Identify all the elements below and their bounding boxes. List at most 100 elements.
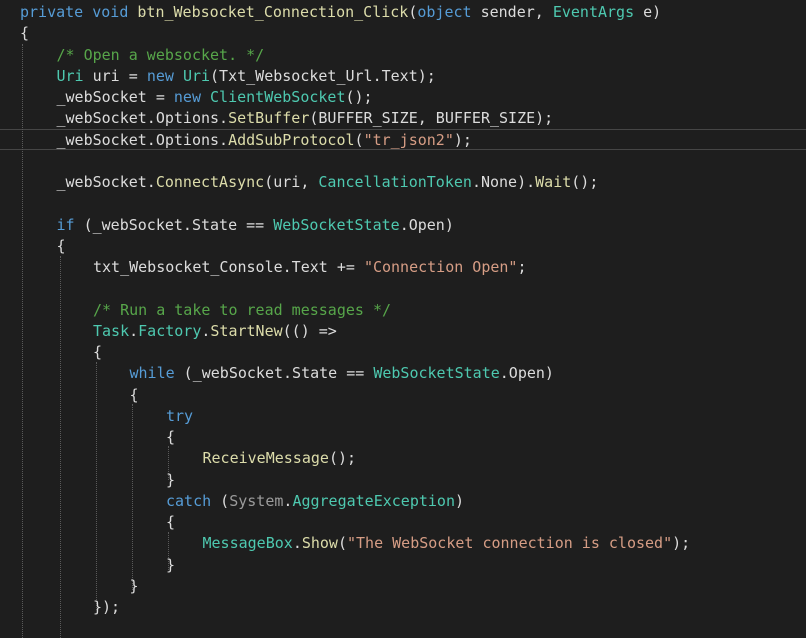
code-token: SetBuffer (228, 109, 310, 128)
code-line[interactable]: MessageBox.Show("The WebSocket connectio… (203, 533, 691, 554)
code-line[interactable]: _webSocket.Options.SetBuffer(BUFFER_SIZE… (57, 108, 554, 129)
code-token: } (166, 555, 176, 574)
code-token: ); (672, 534, 691, 553)
code-token: ; (517, 258, 527, 276)
code-editor[interactable]: ··· private void btn_Websocket_Connectio… (0, 0, 806, 638)
code-line[interactable]: } (166, 555, 175, 576)
code-token: if (56, 215, 75, 234)
indent-guide-line (60, 256, 61, 638)
code-token: { (166, 513, 176, 531)
code-token: { (93, 343, 103, 361)
code-token: .Open) (399, 215, 454, 234)
code-token: "The WebSocket connection is closed" (347, 534, 673, 553)
code-token: _webSocket. (56, 173, 156, 191)
code-token: Show (301, 534, 338, 553)
code-token: /* Open a websocket. */ (56, 45, 265, 64)
code-line[interactable]: private void btn_Websocket_Connection_Cl… (20, 2, 661, 23)
code-token: ( (354, 130, 364, 149)
code-line[interactable]: ReceiveMessage(); (203, 448, 357, 469)
code-token: WebSocketState (373, 364, 500, 383)
code-token: StartNew (210, 321, 283, 340)
code-token: private (20, 3, 84, 21)
code-token: }); (93, 598, 121, 616)
code-line[interactable]: { (93, 342, 102, 363)
code-token: "tr_json2" (363, 130, 454, 149)
code-token: ReceiveMessage (202, 449, 329, 468)
code-line[interactable]: } (166, 470, 175, 491)
code-token: ConnectAsync (155, 173, 265, 191)
code-token: (_webSocket.State == (174, 364, 374, 383)
code-token: AddSubProtocol (228, 130, 355, 149)
code-token: (BUFFER_SIZE, BUFFER_SIZE); (309, 109, 554, 128)
code-token: new (173, 88, 201, 106)
code-token: sender, (471, 3, 553, 21)
indent-guide-line (22, 44, 23, 638)
code-token: { (56, 236, 66, 255)
code-token: . (292, 534, 302, 553)
indent-guide-line (132, 404, 133, 590)
code-token: ( (337, 534, 347, 553)
code-token: (_webSocket.State == (74, 215, 274, 234)
code-token: btn_Websocket_Connection_Click (137, 3, 409, 21)
code-line[interactable]: _webSocket = new ClientWebSocket(); (57, 87, 373, 108)
code-token: Task (93, 321, 130, 340)
code-token: new (146, 66, 174, 85)
indent-guide-line (96, 362, 97, 610)
code-token: _webSocket.Options. (56, 109, 229, 128)
code-line[interactable]: Uri uri = new Uri(Txt_Websocket_Url.Text… (57, 66, 436, 87)
code-line[interactable]: txt_Websocket_Console.Text += "Connectio… (93, 257, 527, 278)
code-token: ( (211, 491, 230, 510)
code-line[interactable]: _webSocket.Options.AddSubProtocol("tr_js… (57, 130, 472, 151)
code-line[interactable]: _webSocket.ConnectAsync(uri, Cancellatio… (57, 172, 599, 193)
code-token: /* Run a take to read messages */ (93, 300, 392, 319)
code-token: System (229, 491, 284, 510)
code-line[interactable]: Task.Factory.StartNew(() => (93, 321, 337, 342)
code-token: (); (571, 173, 599, 191)
code-token: ClientWebSocket (210, 88, 346, 106)
code-token: object (417, 3, 472, 21)
code-token: void (92, 3, 129, 21)
code-token: CancellationToken (318, 173, 472, 191)
code-line[interactable]: /* Open a websocket. */ (57, 45, 265, 66)
code-token: Factory (138, 321, 202, 340)
code-line[interactable]: catch (System.AggregateException) (166, 491, 464, 512)
code-line[interactable]: while (_webSocket.State == WebSocketStat… (130, 363, 554, 384)
code-token: _webSocket = (56, 88, 174, 106)
code-line[interactable]: /* Run a take to read messages */ (93, 300, 391, 321)
code-token: } (129, 576, 139, 595)
code-token: e) (634, 3, 662, 21)
code-token: . (129, 321, 139, 340)
code-line[interactable]: { (166, 512, 175, 533)
code-token: .Open) (499, 364, 554, 383)
code-line[interactable]: { (57, 236, 66, 257)
code-token: ) (455, 491, 465, 510)
code-token: WebSocketState (273, 215, 400, 234)
code-line[interactable]: } (130, 576, 139, 597)
code-token: ); (453, 130, 472, 149)
code-line[interactable]: if (_webSocket.State == WebSocketState.O… (57, 215, 454, 236)
code-token: EventArgs (552, 3, 635, 21)
code-token: try (166, 406, 194, 425)
code-token: AggregateException (292, 491, 455, 510)
code-token: (); (345, 88, 373, 106)
code-line[interactable]: try (166, 406, 193, 427)
code-line[interactable]: }); (93, 597, 120, 618)
code-token: (); (328, 449, 357, 468)
code-line[interactable]: { (130, 385, 139, 406)
code-token: (uri, (264, 173, 319, 191)
code-token: _webSocket.Options. (56, 130, 229, 149)
code-token: Uri (56, 66, 84, 85)
code-token: Wait (535, 173, 572, 191)
code-token: (() => (282, 321, 337, 340)
code-line[interactable]: { (166, 427, 175, 448)
code-token: { (129, 385, 139, 404)
code-token: { (166, 428, 176, 446)
code-token: MessageBox (202, 534, 293, 553)
code-token: } (166, 470, 176, 489)
code-token: txt_Websocket_Console.Text += (93, 258, 364, 276)
code-line[interactable]: { (20, 23, 29, 44)
code-token: { (20, 24, 30, 43)
code-token: catch (166, 491, 212, 510)
